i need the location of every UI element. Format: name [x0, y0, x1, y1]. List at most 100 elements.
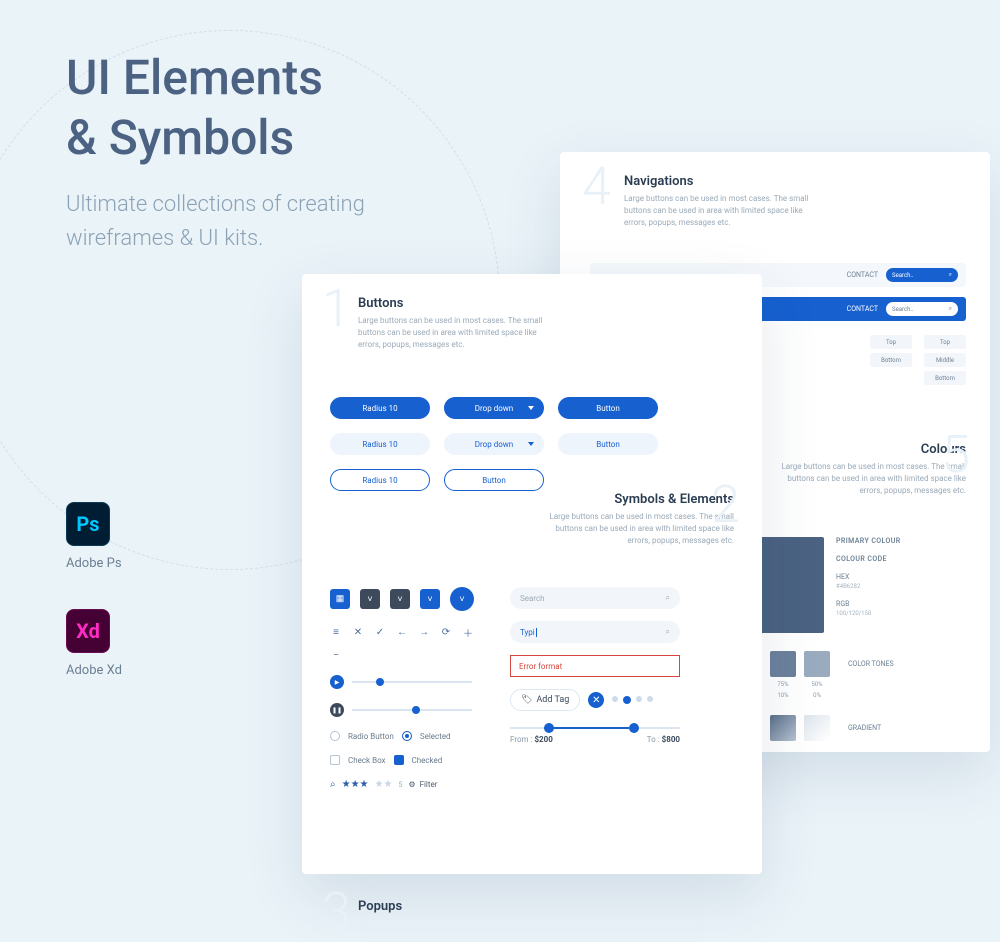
pct: 10% — [770, 692, 796, 699]
star-icon[interactable]: ★★★ — [342, 779, 369, 790]
page-title: UI Elements & Symbols — [66, 48, 365, 168]
hex-label: HEX — [836, 573, 901, 581]
tone-swatch — [804, 651, 830, 677]
gradient-label: GRADIENT — [848, 724, 881, 732]
checkbox-icon[interactable] — [330, 755, 340, 765]
section-popups: 3 Popups — [330, 899, 402, 914]
pause-button[interactable]: ❚❚ — [330, 703, 344, 717]
remove-tag-button[interactable]: ✕ — [588, 692, 604, 708]
play-button[interactable]: ▶ — [330, 675, 344, 689]
pill-bottom[interactable]: Bottom — [870, 353, 912, 367]
sheet-front: 1 Buttons Large buttons can be used in m… — [302, 274, 762, 874]
page-subtitle: Ultimate collections of creating wirefra… — [66, 188, 365, 256]
section-title: Colours — [736, 442, 966, 457]
pct: 50% — [804, 681, 830, 688]
app-label: Adobe Xd — [66, 663, 122, 678]
range-slider[interactable] — [510, 727, 680, 729]
pill-middle[interactable]: Middle — [924, 353, 966, 367]
search-icon: ⌕ — [949, 271, 952, 279]
search-input[interactable]: Search.. ⌕ — [886, 302, 958, 316]
hero: UI Elements & Symbols Ultimate collectio… — [66, 48, 365, 256]
search-icon[interactable]: ⌕ — [330, 779, 336, 790]
filter-button[interactable]: ⚙ Filter — [408, 780, 437, 789]
pct: 75% — [770, 681, 796, 688]
search-input[interactable]: Search ⌕ — [510, 587, 680, 609]
text-input[interactable]: Typi ⌕ — [510, 621, 680, 643]
radio-icon[interactable] — [402, 731, 412, 741]
tag-icon: 🏷 — [521, 695, 532, 705]
rgb-value: 100/120/150 — [836, 610, 901, 617]
app-photoshop: Ps Adobe Ps — [66, 502, 122, 571]
section-buttons: 1 Buttons Large buttons can be used in m… — [330, 296, 658, 491]
app-label: Adobe Ps — [66, 556, 122, 571]
section-desc: Large buttons can be used in most cases.… — [624, 193, 824, 229]
pct: 0% — [804, 692, 830, 699]
section-desc: Large buttons can be used in most cases.… — [766, 461, 966, 497]
section-symbols: 2 Symbols & Elements Large buttons can b… — [330, 492, 734, 790]
pill-bottom[interactable]: Bottom — [924, 371, 966, 385]
tone-swatch — [770, 651, 796, 677]
search-icon: ⌕ — [666, 627, 670, 637]
button-generic[interactable]: Button — [558, 433, 658, 455]
section-desc: Large buttons can be used in most cases.… — [534, 511, 734, 547]
section-title: Navigations — [624, 174, 966, 189]
minus-icon[interactable]: − — [330, 650, 342, 661]
section-number: 2 — [711, 474, 740, 535]
button-dropdown[interactable]: Drop down — [444, 433, 544, 455]
radio-label: Radio Button — [348, 732, 394, 741]
plus-icon[interactable]: ＋ — [462, 625, 474, 640]
section-number: 1 — [322, 278, 351, 339]
app-xd: Xd Adobe Xd — [66, 609, 122, 678]
arrow-right-icon[interactable]: → — [418, 627, 430, 638]
pill-top[interactable]: Top — [870, 335, 912, 349]
rating-value: 5 — [398, 781, 402, 789]
nav-link[interactable]: CONTACT — [847, 271, 878, 279]
checkbox-icon[interactable] — [394, 755, 404, 765]
meta-code: COLOUR CODE — [836, 555, 901, 563]
chevron-down-icon[interactable]: ˅ — [360, 589, 380, 609]
search-input[interactable]: Search.. ⌕ — [886, 268, 958, 282]
search-icon: ⌕ — [666, 593, 670, 603]
filter-icon: ⚙ — [408, 780, 415, 789]
section-number: 3 — [322, 881, 351, 942]
section-colours: 5 Colours Large buttons can be used in m… — [736, 442, 966, 741]
menu-icon[interactable]: ≡ — [330, 627, 342, 638]
close-icon[interactable]: ✕ — [352, 627, 364, 638]
slider[interactable] — [352, 681, 472, 683]
arrow-left-icon[interactable]: ← — [396, 627, 408, 638]
search-icon: ⌕ — [949, 305, 952, 313]
nav-link[interactable]: CONTACT — [847, 305, 878, 313]
square-icon[interactable]: ▦ — [330, 589, 350, 609]
rgb-label: RGB — [836, 600, 901, 608]
button-radius10[interactable]: Radius 10 — [330, 397, 430, 419]
section-title: Popups — [358, 899, 402, 914]
section-title: Buttons — [358, 296, 658, 311]
pill-top[interactable]: Top — [924, 335, 966, 349]
checkbox-label: Checked — [412, 756, 443, 765]
gradient-swatch — [804, 715, 830, 741]
check-icon[interactable]: ✓ — [374, 627, 386, 638]
button-dropdown[interactable]: Drop down — [444, 397, 544, 419]
pagination-dots[interactable] — [612, 696, 653, 704]
tones-label: COLOR TONES — [848, 660, 894, 668]
section-number: 4 — [582, 156, 611, 217]
radio-icon[interactable] — [330, 731, 340, 741]
section-desc: Large buttons can be used in most cases.… — [358, 315, 558, 351]
button-generic[interactable]: Button — [444, 469, 544, 491]
hex-value: #4B6282 — [836, 583, 901, 590]
button-generic[interactable]: Button — [558, 397, 658, 419]
checkbox-label: Check Box — [348, 756, 386, 765]
error-input[interactable]: Error format — [510, 655, 680, 677]
refresh-icon[interactable]: ⟳ — [440, 627, 452, 638]
chevron-down-icon[interactable]: ˅ — [390, 589, 410, 609]
add-tag-button[interactable]: 🏷 Add Tag — [510, 689, 580, 711]
meta-primary: PRIMARY COLOUR — [836, 537, 901, 545]
chevron-down-icon[interactable]: ˅ — [420, 589, 440, 609]
button-radius10[interactable]: Radius 10 — [330, 469, 430, 491]
section-number: 5 — [941, 424, 970, 485]
slider[interactable] — [352, 709, 472, 711]
chevron-down-icon[interactable]: ˅ — [450, 587, 474, 611]
gradient-swatch — [770, 715, 796, 741]
radio-label: Selected — [420, 732, 451, 741]
button-radius10[interactable]: Radius 10 — [330, 433, 430, 455]
